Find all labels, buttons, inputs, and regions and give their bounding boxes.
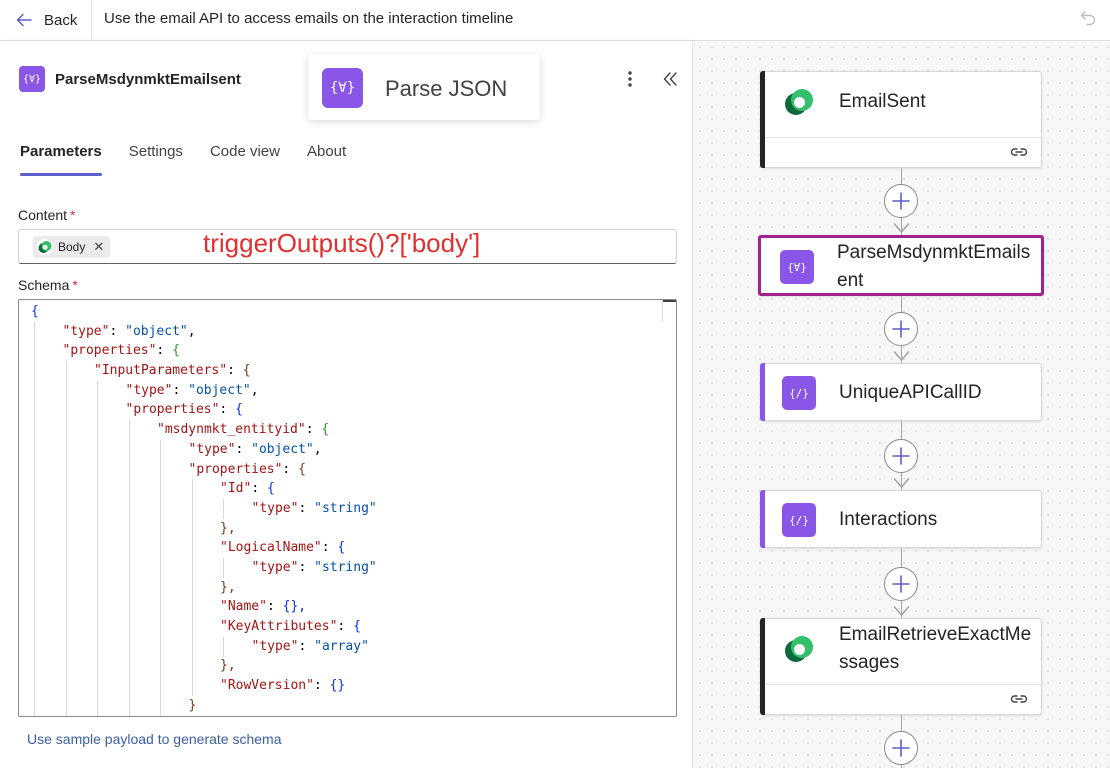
compose-icon: {∕} bbox=[782, 503, 816, 537]
code-line: "type": "string" bbox=[251, 500, 377, 516]
code-line: "type": "object", bbox=[125, 382, 259, 398]
connector-arrow-icon bbox=[893, 478, 910, 488]
tab-parameters[interactable]: Parameters bbox=[20, 143, 102, 177]
add-step-button[interactable] bbox=[884, 731, 918, 765]
link-icon[interactable] bbox=[1009, 690, 1029, 708]
body-token[interactable]: Body ✕ bbox=[33, 236, 111, 258]
editor-scrollbar[interactable] bbox=[662, 300, 676, 322]
card-title: Interactions bbox=[839, 509, 938, 530]
tab-about[interactable]: About bbox=[307, 143, 346, 177]
card-accent bbox=[760, 363, 765, 421]
code-line: "properties": { bbox=[188, 461, 306, 477]
content-label: Content * bbox=[18, 207, 76, 223]
schema-label: Schema * bbox=[18, 277, 78, 293]
code-line: }, bbox=[220, 520, 236, 536]
required-mark: * bbox=[72, 277, 78, 293]
link-icon[interactable] bbox=[1009, 143, 1029, 161]
flow-title: Use the email API to access emails on th… bbox=[104, 10, 514, 27]
code-line: "Name": {}, bbox=[220, 599, 307, 615]
parse-json-icon: {∀} bbox=[780, 250, 814, 284]
parse-json-icon: {∀} bbox=[322, 68, 363, 108]
top-divider bbox=[91, 0, 92, 40]
plus-icon bbox=[892, 192, 910, 210]
code-line: "type": "object", bbox=[62, 323, 196, 339]
action-name[interactable]: ParseMsdynmktEmailsent bbox=[55, 71, 241, 88]
sample-payload-link[interactable]: Use sample payload to generate schema bbox=[27, 731, 281, 747]
code-line: }, bbox=[220, 658, 236, 674]
card-footer bbox=[765, 684, 1041, 714]
flow-card-interactions[interactable]: {∕} Interactions bbox=[760, 490, 1042, 548]
card-title: ParseMsdynmktEmailsent bbox=[837, 242, 1031, 291]
flow-card-emailsent[interactable]: EmailSent bbox=[760, 71, 1042, 168]
code-line: }, bbox=[220, 579, 236, 595]
flow-card-parsemsdynmktemailsent[interactable]: {∀} ParseMsdynmktEmailsent bbox=[758, 235, 1044, 296]
code-line: "type": "array" bbox=[251, 638, 369, 654]
code-line: "Id": { bbox=[220, 481, 275, 497]
undo-icon[interactable] bbox=[1078, 8, 1098, 28]
plus-icon bbox=[892, 739, 910, 757]
dataverse-icon bbox=[785, 636, 813, 662]
card-title: UniqueAPICallID bbox=[839, 382, 982, 403]
connector-arrow-icon bbox=[893, 606, 910, 616]
compose-icon: {∕} bbox=[782, 376, 816, 410]
code-line: "type": "object", bbox=[188, 441, 322, 457]
code-line: } bbox=[188, 697, 197, 713]
token-label: Body bbox=[58, 240, 86, 254]
tab-code-view[interactable]: Code view bbox=[210, 143, 280, 177]
tab-settings[interactable]: Settings bbox=[129, 143, 183, 177]
back-button[interactable]: Back bbox=[14, 8, 77, 32]
add-step-button[interactable] bbox=[884, 184, 918, 218]
plus-icon bbox=[892, 575, 910, 593]
card-title: EmailRetrieveExactMessages bbox=[839, 624, 1032, 673]
action-config-panel: {∀} ParseMsdynmktEmailsent {∀} Parse JSO… bbox=[0, 41, 693, 768]
required-mark: * bbox=[70, 207, 76, 223]
code-line: "LogicalName": { bbox=[220, 540, 346, 556]
arrow-left-icon bbox=[16, 13, 32, 27]
connector-arrow-icon bbox=[893, 351, 910, 361]
connector-arrow-icon bbox=[893, 223, 910, 233]
code-line: "InputParameters": { bbox=[94, 363, 251, 379]
flow-canvas[interactable]: EmailSent {∀} ParseMsdynmktEmailsent {∕}… bbox=[694, 41, 1110, 768]
schema-code: { "type": "object", "properties": { "InputP… bbox=[19, 300, 377, 715]
action-type-tooltip: {∀} Parse JSON bbox=[308, 54, 540, 120]
code-line: "RowVersion": {} bbox=[220, 678, 346, 694]
card-title: EmailSent bbox=[839, 91, 926, 112]
code-line: "KeyAttributes": { bbox=[220, 619, 361, 634]
card-footer bbox=[765, 137, 1041, 167]
remove-token-icon[interactable]: ✕ bbox=[93, 239, 104, 255]
flow-card-emailretrieveexactmessages[interactable]: EmailRetrieveExactMessages bbox=[760, 618, 1042, 715]
add-step-button[interactable] bbox=[884, 439, 918, 473]
schema-editor[interactable]: { "type": "object", "properties": { "InputP… bbox=[18, 299, 677, 717]
code-line: "properties": { bbox=[62, 343, 180, 359]
add-step-button[interactable] bbox=[884, 567, 918, 601]
collapse-panel-icon[interactable] bbox=[660, 69, 680, 89]
dataverse-icon bbox=[37, 239, 53, 255]
parse-json-icon: {∀} bbox=[19, 66, 45, 92]
top-bar: Back Use the email API to access emails … bbox=[0, 0, 1110, 41]
flow-card-uniqueapicallid[interactable]: {∕} UniqueAPICallID bbox=[760, 363, 1042, 421]
add-step-button[interactable] bbox=[884, 312, 918, 346]
plus-icon bbox=[892, 447, 910, 465]
dataverse-icon bbox=[785, 89, 813, 115]
more-options-icon[interactable] bbox=[622, 69, 638, 89]
code-line: "type": "string" bbox=[251, 559, 377, 575]
panel-tabs: Parameters Settings Code view About bbox=[20, 143, 373, 179]
back-label: Back bbox=[44, 11, 78, 29]
code-line: "properties": { bbox=[125, 402, 243, 418]
card-accent bbox=[760, 490, 765, 548]
action-type-label: Parse JSON bbox=[385, 76, 508, 101]
code-line: { bbox=[31, 304, 39, 319]
plus-icon bbox=[892, 320, 910, 338]
code-line: "msdynmkt_entityid": { bbox=[157, 422, 330, 438]
expression-annotation: triggerOutputs()?['body'] bbox=[203, 228, 481, 258]
